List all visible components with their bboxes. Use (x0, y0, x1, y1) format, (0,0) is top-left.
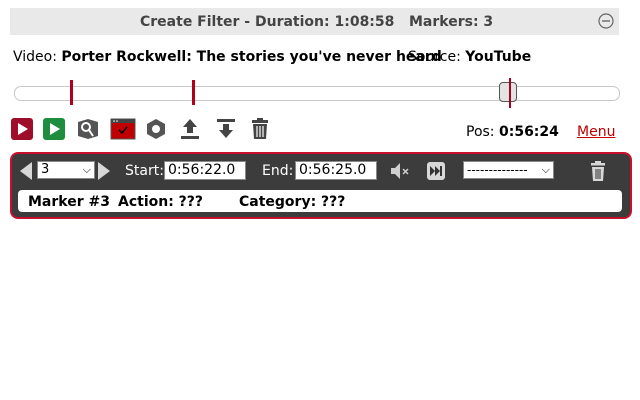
header-bar: Create Filter - Duration: 1:08:58 Marker… (10, 8, 619, 35)
search-marker-icon[interactable] (76, 117, 100, 141)
source-info: Source: YouTube (408, 49, 531, 65)
window-check-icon[interactable] (110, 117, 136, 141)
marker-summary: Marker #3 Action: ??? Category: ??? (18, 190, 622, 212)
marker-count: Markers: 3 (409, 14, 494, 30)
marker-editor: 3 ⌵ Start: 0:56:22.0 End: 0:56:25.0 ----… (10, 152, 632, 219)
source-value: YouTube (465, 49, 532, 65)
pos-label: Pos: (466, 124, 495, 140)
chevron-down-icon: ⌵ (82, 163, 91, 176)
end-time-input[interactable]: 0:56:25.0 (295, 161, 377, 180)
upload-icon[interactable] (178, 117, 202, 141)
gear-icon[interactable] (144, 117, 168, 141)
menu-link[interactable]: Menu (577, 124, 615, 140)
chevron-down-icon: ⌵ (541, 163, 550, 176)
video-label: Video: (13, 49, 57, 65)
marker-select[interactable]: 3 ⌵ (37, 161, 95, 179)
play-red-icon[interactable] (10, 117, 34, 141)
editor-controls: 3 ⌵ Start: 0:56:22.0 End: 0:56:25.0 ----… (12, 154, 630, 188)
source-label: Source: (408, 49, 461, 65)
download-icon[interactable] (214, 117, 238, 141)
video-title: Porter Rockwell: The stories you've neve… (61, 49, 442, 65)
timeline-thumb[interactable] (499, 82, 517, 102)
timeline-track[interactable] (14, 86, 620, 101)
mute-icon[interactable] (389, 161, 411, 181)
marker-tick[interactable] (70, 80, 73, 105)
marker-number: Marker #3 (28, 194, 110, 210)
skip-icon[interactable] (426, 161, 446, 181)
play-green-icon[interactable] (42, 117, 66, 141)
end-label: End: (262, 163, 294, 179)
start-label: Start: (125, 163, 164, 179)
start-time-input[interactable]: 0:56:22.0 (164, 161, 246, 180)
next-marker-arrow[interactable] (98, 162, 110, 180)
marker-select-value: 3 (41, 162, 50, 177)
action-select-value: -------------- (467, 163, 528, 177)
delete-marker-icon[interactable] (589, 160, 607, 182)
marker-category: Category: ??? (239, 194, 346, 210)
prev-marker-arrow[interactable] (20, 162, 32, 180)
minus-circle-icon[interactable] (598, 13, 614, 29)
marker-tick[interactable] (192, 80, 195, 105)
playhead-line (509, 78, 511, 108)
marker-action: Action: ??? (118, 194, 204, 210)
trash-icon[interactable] (248, 117, 272, 141)
video-info: Video: Porter Rockwell: The stories you'… (13, 49, 442, 65)
action-select[interactable]: -------------- ⌵ (463, 161, 554, 179)
position-readout: Pos: 0:56:24 (466, 124, 559, 140)
filter-title: Create Filter - Duration: 1:08:58 (140, 14, 395, 30)
pos-value: 0:56:24 (498, 124, 559, 140)
